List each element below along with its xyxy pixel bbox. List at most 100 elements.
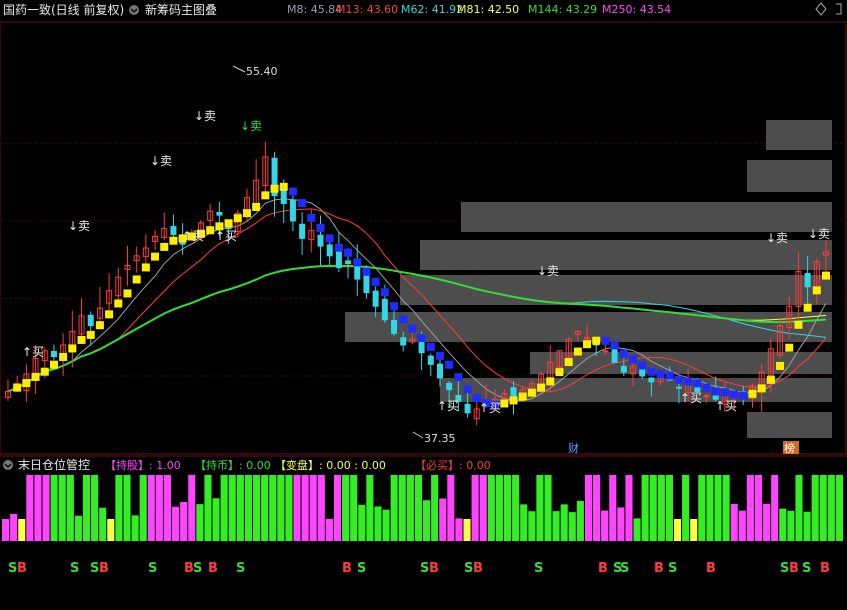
position-bar-35 (285, 475, 293, 541)
position-bar-33 (269, 475, 277, 541)
ranking-event-icon[interactable]: 榜 (784, 441, 795, 455)
signal-marker-3: ↓卖 (240, 119, 262, 133)
trend-block-81 (748, 389, 757, 398)
sub-panel-title: 末日仓位管控 (18, 457, 90, 472)
position-bar-70 (568, 512, 576, 541)
position-bar-46 (374, 506, 382, 541)
signal-marker-7: ↑买 (22, 345, 44, 359)
trend-block-85 (785, 343, 794, 352)
position-bar-73 (593, 475, 601, 541)
position-bar-16 (131, 515, 139, 541)
trend-block-45 (417, 333, 426, 342)
trend-block-87 (803, 303, 812, 312)
signal-char: B (342, 561, 352, 576)
position-bar-30 (244, 475, 252, 541)
position-bar-39 (317, 475, 325, 541)
position-bar-47 (382, 509, 390, 541)
position-bar-75 (609, 475, 617, 541)
trend-block-4 (40, 367, 49, 376)
trend-block-58 (537, 383, 546, 392)
trend-block-22 (206, 226, 215, 235)
finance-event-icon[interactable]: 财 (568, 441, 579, 455)
position-bar-67 (544, 475, 552, 541)
position-bar-62 (503, 475, 512, 541)
position-bar-82 (665, 475, 673, 541)
position-bar-14 (115, 475, 123, 541)
trend-block-57 (527, 388, 536, 397)
candle-body-87 (804, 273, 811, 288)
header-bar: 国药一致(日线 前复权) 新筹码主图叠 M8: 45.84M13: 43.60 M… (3, 2, 842, 17)
signal-letter-8: SB (420, 561, 439, 576)
signal-char: B (17, 561, 27, 576)
position-bar-0 (2, 519, 10, 541)
position-bar-72 (584, 475, 593, 541)
trend-block-46 (426, 342, 435, 351)
trend-block-59 (546, 377, 555, 386)
position-bar-26 (212, 498, 220, 541)
trend-block-13 (123, 289, 132, 298)
position-bar-97 (787, 510, 795, 541)
position-bar-24 (196, 504, 204, 541)
trend-block-36 (334, 243, 343, 252)
trend-block-66 (610, 341, 619, 350)
trend-block-48 (445, 360, 454, 369)
signal-char: S (780, 561, 789, 576)
position-bar-15 (123, 475, 131, 541)
high-price-label: 55.40 (246, 65, 278, 78)
trend-block-55 (509, 396, 518, 405)
trend-block-1 (13, 383, 22, 392)
position-bar-83 (673, 519, 682, 541)
ma-value-3: M81: 42.50 (457, 3, 519, 16)
position-bar-34 (277, 475, 285, 541)
position-bars (2, 475, 843, 541)
position-bar-91 (738, 510, 746, 541)
position-bar-4 (34, 475, 42, 541)
trend-block-65 (601, 336, 610, 345)
diamond-icon[interactable] (815, 2, 827, 16)
position-bar-22 (180, 501, 188, 541)
indicator-title[interactable]: 新筹码主图叠 (145, 2, 217, 17)
position-bar-78 (633, 518, 641, 541)
candle-body-50 (464, 403, 471, 414)
trend-block-50 (463, 385, 472, 394)
trend-block-82 (757, 384, 766, 393)
position-bar-81 (657, 475, 665, 541)
position-bar-65 (528, 511, 536, 541)
candle-body-48 (446, 382, 453, 391)
trend-block-26 (242, 209, 251, 218)
stock-title[interactable]: 国药一致(日线 前复权) (3, 2, 124, 17)
signal-char: S (802, 561, 811, 576)
position-bar-79 (641, 475, 649, 541)
trend-block-80 (739, 391, 748, 400)
candle-body-65 (602, 350, 609, 353)
sub-panel-header: 末日仓位管控 【持股】: 1.00 【持币】: 0.00 【变盘】: 0.00 : … (3, 457, 491, 472)
signal-char: B (820, 561, 830, 576)
signal-letter-0: SB (8, 561, 27, 576)
signal-char: S (357, 561, 366, 576)
position-bar-48 (390, 475, 398, 541)
trend-block-37 (344, 248, 353, 257)
signal-char: B (473, 561, 483, 576)
candle-body-39 (363, 274, 370, 294)
candle-body-18 (170, 225, 177, 235)
ma-value-5: M250: 43.54 (602, 3, 671, 16)
candle-body-42 (391, 320, 398, 334)
chip-box-0 (766, 120, 832, 150)
position-bar-28 (228, 475, 236, 541)
candle-body-67 (620, 365, 627, 373)
chevron-down-icon[interactable] (129, 5, 139, 15)
position-bar-69 (560, 504, 568, 541)
ma-values-group: M8: 45.84M13: 43.60 M62: 41.92M81: 42.50 M… (287, 3, 671, 16)
trend-block-30 (279, 182, 288, 191)
candle-body-69 (639, 368, 646, 377)
signal-char: S (70, 561, 79, 576)
chevron-down-icon[interactable] (3, 460, 13, 470)
position-bar-49 (398, 475, 406, 541)
signal-letter-3: S (148, 561, 157, 576)
signal-char: S (668, 561, 677, 576)
position-bar-102 (827, 475, 835, 541)
expand-icon[interactable] (836, 3, 842, 15)
position-bar-94 (763, 503, 771, 541)
signal-letter-5: B (208, 561, 218, 576)
position-bar-42 (342, 475, 350, 541)
